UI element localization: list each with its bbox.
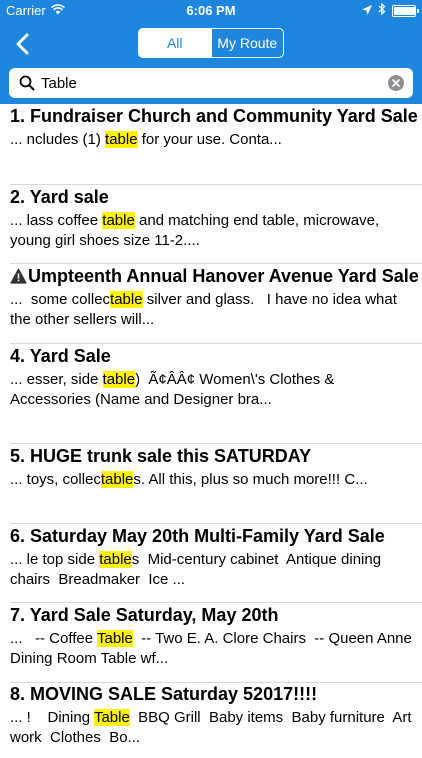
chevron-left-icon [16,33,29,55]
snippet-text: ... lass coffee [10,212,103,229]
row-separator [10,184,422,185]
segment-my-route[interactable]: My Route [210,29,284,57]
result-title-text: 7. Yard Sale Saturday, May 20th [10,605,279,625]
snippet-text: ... le top side [10,551,100,568]
warning-icon [10,268,27,289]
result-title: 7. Yard Sale Saturday, May 20th [10,605,278,626]
status-bar-right [362,2,419,18]
row-separator [10,523,422,524]
snippet-text: ... ! Dining [10,709,94,726]
row-separator [10,602,422,603]
snippet-text: ... toys, collec [10,471,101,488]
segment-all[interactable]: All [139,29,211,57]
snippet-text: for your use. Conta... [137,131,282,148]
result-title-text: 1. Fundraiser Church and Community Yard … [10,106,418,126]
snippet-text: ... esser, side [10,371,103,388]
location-arrow-icon [362,3,372,18]
battery-icon [392,4,419,17]
search-highlight: table [100,471,134,488]
list-item[interactable]: 7. Yard Sale Saturday, May 20th ... -- Co… [0,605,422,679]
row-separator [10,682,422,683]
snippet-text: ... some collec [10,291,111,308]
list-item[interactable]: 2. Yard sale ... lass coffee table and ma… [0,187,422,261]
list-item[interactable]: Umpteenth Annual Hanover Avenue Yard Sal… [0,266,422,340]
row-separator [10,263,422,264]
snippet-text: ... ncludes (1) [10,131,106,148]
list-item[interactable]: 8. MOVING SALE Saturday 52017!!!! ... ! D… [0,684,422,758]
search-highlight: table [99,551,132,568]
search-highlight: table [102,212,135,229]
search-icon [19,75,35,96]
result-title-text: 8. MOVING SALE Saturday 52017!!!! [10,684,318,704]
result-snippet: ... le top side tables Mid-century cabin… [10,550,414,590]
result-title: 1. Fundraiser Church and Community Yard … [10,106,418,127]
search-highlight: table [102,371,136,388]
result-snippet: ... some collectable silver and glass. I… [10,290,414,330]
search-field [9,68,413,98]
result-title-text: 4. Yard Sale [10,346,111,366]
result-snippet: ... toys, collectables. All this, plus s… [10,470,414,490]
snippet-text: ... -- Coffee [10,630,97,647]
result-title-text: 6. Saturday May 20th Multi-Family Yard S… [10,526,385,546]
row-separator [10,443,422,444]
result-title: 2. Yard sale [10,187,109,208]
result-title-text: Umpteenth Annual Hanover Avenue Yard Sal… [28,266,419,286]
bluetooth-icon [378,2,386,18]
result-title-text: 2. Yard sale [10,187,109,207]
list-item[interactable]: 4. Yard Sale ... esser, side table) Ã¢ÂÂ¢… [0,346,422,420]
result-snippet: ... lass coffee table and matching end t… [10,211,414,251]
search-highlight: Table [96,630,133,647]
result-title-text: 5. HUGE trunk sale this SATURDAY [10,446,312,466]
search-input[interactable] [39,73,373,93]
clear-search-button[interactable] [388,75,404,91]
result-snippet: ... esser, side table) Ã¢ÂÂ¢ Women\'s Cl… [10,370,414,410]
search-bar [0,68,422,104]
search-highlight: table [110,291,143,308]
result-snippet: ... ncludes (1) table for your use. Cont… [10,130,414,150]
list-item[interactable]: 1. Fundraiser Church and Community Yard … [0,106,422,180]
result-title: 6. Saturday May 20th Multi-Family Yard S… [10,526,385,547]
list-item[interactable]: 5. HUGE trunk sale this SATURDAY ... toys… [0,446,422,520]
status-bar: Carrier 6:06 PM [0,0,422,20]
result-snippet: ... -- Coffee Table -- Two E. A. Clore C… [10,629,414,669]
result-title: 4. Yard Sale [10,346,111,367]
result-title: 8. MOVING SALE Saturday 52017!!!! [10,684,317,705]
row-separator [10,343,422,344]
status-time: 6:06 PM [186,3,236,18]
search-highlight: Table [93,709,130,726]
navigation-bar: All My Route [0,20,422,68]
close-icon [392,79,400,87]
snippet-text: s. All this, plus so much more!!! C... [133,471,368,488]
list-item[interactable]: 6. Saturday May 20th Multi-Family Yard S… [0,526,422,600]
segmented-control: All My Route [138,28,284,58]
search-highlight: table [105,131,138,148]
result-title: Umpteenth Annual Hanover Avenue Yard Sal… [10,266,419,289]
result-title: 5. HUGE trunk sale this SATURDAY [10,446,311,467]
back-button[interactable] [10,30,34,58]
result-snippet: ... ! Dining Table BBQ Grill Baby items … [10,708,414,748]
